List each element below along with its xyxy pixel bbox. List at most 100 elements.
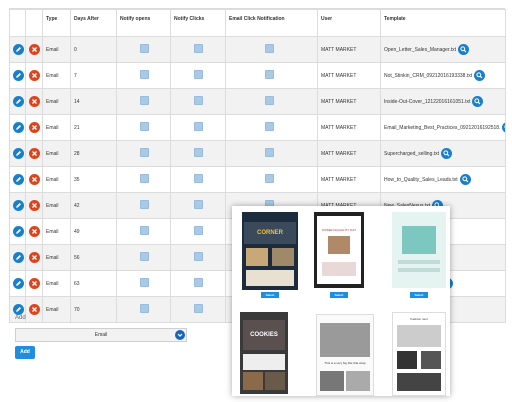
edit-icon[interactable]	[13, 96, 24, 107]
template-thumb-fashion[interactable]: Fashion next	[392, 312, 446, 396]
delete-cell	[25, 218, 43, 245]
notify-opens-checkbox[interactable]	[140, 226, 149, 235]
notify-opens-checkbox[interactable]	[140, 44, 149, 53]
email-click-notification-cell	[225, 140, 318, 167]
delete-icon[interactable]	[29, 200, 40, 211]
notify-clicks-checkbox[interactable]	[194, 200, 203, 209]
delete-icon[interactable]	[29, 44, 40, 55]
select-template-3-button[interactable]: Select	[410, 292, 428, 298]
notify-opens-checkbox[interactable]	[140, 122, 149, 131]
days-after-cell: 21	[70, 114, 117, 141]
notify-opens-checkbox[interactable]	[140, 278, 149, 287]
add-button[interactable]: Add	[15, 346, 35, 359]
email-click-notification-checkbox[interactable]	[265, 148, 274, 157]
delete-icon[interactable]	[29, 174, 40, 185]
notify-opens-cell	[116, 270, 171, 297]
search-icon[interactable]	[458, 44, 469, 55]
type-cell: Email	[42, 270, 71, 297]
step-type-select-value: Email	[94, 332, 108, 338]
delete-icon[interactable]	[29, 122, 40, 133]
edit-icon[interactable]	[13, 304, 24, 315]
notify-clicks-cell	[170, 218, 226, 245]
notify-clicks-checkbox[interactable]	[194, 148, 203, 157]
chevron-down-icon[interactable]	[175, 330, 185, 340]
notify-opens-checkbox[interactable]	[140, 70, 149, 79]
delete-icon[interactable]	[29, 304, 40, 315]
template-thumb-women-equality[interactable]: WOMEN EQUALITY DAY	[314, 212, 364, 288]
email-click-notification-checkbox[interactable]	[265, 44, 274, 53]
delete-cell	[25, 114, 43, 141]
edit-icon[interactable]	[13, 70, 24, 81]
notify-clicks-checkbox[interactable]	[194, 252, 203, 261]
template-thumb-teal[interactable]	[392, 212, 446, 288]
header-days-after: Days After	[70, 9, 117, 37]
notify-clicks-checkbox[interactable]	[194, 122, 203, 131]
edit-cell	[9, 218, 26, 245]
select-template-1-button[interactable]: Select	[261, 292, 279, 298]
notify-clicks-checkbox[interactable]	[194, 44, 203, 53]
edit-cell	[9, 36, 26, 63]
search-icon[interactable]	[459, 174, 471, 185]
select-template-2-button[interactable]: Select	[330, 292, 348, 298]
edit-icon[interactable]	[13, 122, 24, 133]
notify-opens-checkbox[interactable]	[140, 304, 149, 313]
notify-opens-checkbox[interactable]	[140, 174, 149, 183]
step-type-select[interactable]: Email	[15, 328, 187, 342]
edit-cell	[9, 140, 26, 167]
search-icon[interactable]	[441, 148, 453, 159]
delete-cell	[25, 88, 43, 115]
delete-cell	[25, 140, 43, 167]
notify-opens-cell	[116, 88, 171, 115]
notify-clicks-checkbox[interactable]	[194, 96, 203, 105]
notify-clicks-checkbox[interactable]	[194, 70, 203, 79]
email-click-notification-checkbox[interactable]	[265, 70, 274, 79]
notify-opens-checkbox[interactable]	[140, 200, 149, 209]
notify-opens-cell	[116, 166, 171, 193]
search-icon[interactable]	[472, 96, 484, 107]
notify-clicks-checkbox[interactable]	[194, 226, 203, 235]
notify-opens-checkbox[interactable]	[140, 148, 149, 157]
delete-icon[interactable]	[29, 148, 40, 159]
table-row: Email 14 MATT MARKET Inside-Out-Cover_12122…	[9, 88, 506, 115]
search-icon[interactable]	[474, 70, 486, 81]
search-icon[interactable]	[502, 122, 505, 133]
email-click-notification-checkbox[interactable]	[265, 174, 274, 183]
notify-clicks-checkbox[interactable]	[194, 174, 203, 183]
email-click-notification-checkbox[interactable]	[265, 122, 274, 131]
notify-clicks-cell	[170, 270, 226, 297]
notify-opens-cell	[116, 36, 171, 63]
template-thumb-big-title[interactable]: This is a very big title that wrap	[316, 314, 374, 396]
edit-icon[interactable]	[13, 226, 24, 237]
delete-icon[interactable]	[29, 252, 40, 263]
notify-opens-checkbox[interactable]	[140, 96, 149, 105]
notify-opens-checkbox[interactable]	[140, 252, 149, 261]
delete-cell	[25, 36, 43, 63]
delete-icon[interactable]	[29, 226, 40, 237]
notify-clicks-checkbox[interactable]	[194, 304, 203, 313]
edit-icon[interactable]	[13, 44, 24, 55]
edit-icon[interactable]	[13, 174, 24, 185]
edit-icon[interactable]	[13, 278, 24, 289]
notify-clicks-checkbox[interactable]	[194, 278, 203, 287]
template-thumb-corner[interactable]: CORNER	[242, 212, 298, 290]
template-thumb-cookies[interactable]: COOKIES	[240, 312, 288, 394]
type-cell: Email	[42, 114, 71, 141]
delete-icon[interactable]	[29, 278, 40, 289]
template-name: Open_Letter_Sales_Manager.txt	[384, 46, 456, 53]
type-cell: Email	[42, 166, 71, 193]
table-row: Email 7 MATT MARKET Not_Stinkin_CRM_0921201…	[9, 62, 506, 89]
template-cell: Supercharged_selling.txt	[380, 140, 506, 167]
delete-icon[interactable]	[29, 96, 40, 107]
email-click-notification-checkbox[interactable]	[265, 96, 274, 105]
edit-icon[interactable]	[13, 200, 24, 211]
delete-icon[interactable]	[29, 70, 40, 81]
edit-icon[interactable]	[13, 252, 24, 263]
template-thumb-title: CORNER	[256, 230, 283, 236]
days-after-cell: 35	[70, 166, 117, 193]
edit-icon[interactable]	[13, 148, 24, 159]
notify-clicks-cell	[170, 192, 226, 219]
notify-opens-cell	[116, 62, 171, 89]
edit-cell	[9, 62, 26, 89]
delete-cell	[25, 62, 43, 89]
user-cell: MATT MARKET	[317, 36, 381, 63]
